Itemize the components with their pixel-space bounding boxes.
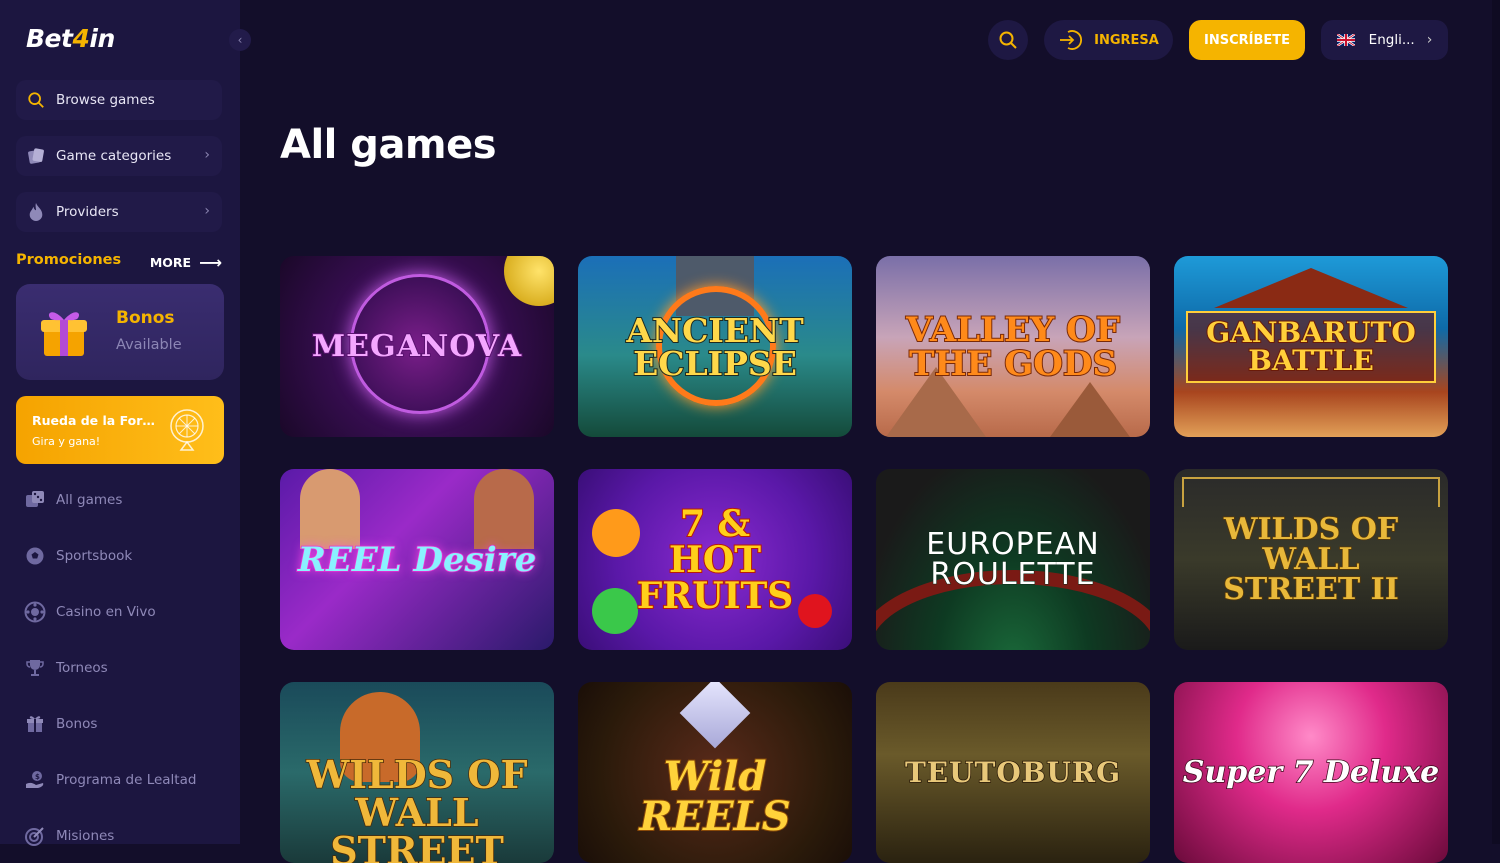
login-icon <box>1058 29 1082 51</box>
betwin-logo[interactable]: Bet4in <box>26 24 115 53</box>
game-title: GANBARUTO BATTLE <box>1186 311 1436 383</box>
bonos-title: Bonos <box>116 308 175 328</box>
nav-casino-en-vivo[interactable]: Casino en Vivo <box>24 600 156 624</box>
search-icon <box>998 30 1018 50</box>
game-card[interactable]: MEGANOVA <box>280 256 554 437</box>
loyalty-icon: $ <box>24 769 46 791</box>
search-button[interactable] <box>988 20 1028 60</box>
promotions-title: Promociones <box>16 252 121 268</box>
signup-label: INSCRÍBETE <box>1204 33 1290 48</box>
game-card[interactable]: WILDS OF WALL STREET II <box>1174 469 1448 650</box>
more-label: MORE <box>150 255 191 270</box>
game-title: VALLEY OF THE GODS <box>893 313 1133 381</box>
game-title: ANCIENT ECLIPSE <box>585 314 845 380</box>
game-card[interactable]: VALLEY OF THE GODS <box>876 256 1150 437</box>
game-title: 7 & HOT FRUITS <box>630 506 800 614</box>
chip-icon <box>24 601 46 623</box>
browse-games-label: Browse games <box>56 92 155 108</box>
gift-icon <box>24 713 46 735</box>
providers-label: Providers <box>56 204 119 220</box>
nav-misiones[interactable]: Misiones <box>24 824 114 848</box>
game-categories-button[interactable]: Game categories › <box>16 136 222 176</box>
collapse-sidebar-button[interactable]: ‹ <box>229 29 251 51</box>
game-title: WILDS OF WALL STREET II <box>1211 515 1411 605</box>
nav-sportsbook[interactable]: Sportsbook <box>24 544 132 568</box>
pyramid-decoration <box>1050 382 1130 437</box>
game-card[interactable]: ANCIENT ECLIPSE <box>578 256 852 437</box>
nav-label: Programa de Lealtad <box>56 772 196 788</box>
wheel-icon <box>167 408 207 452</box>
flame-icon <box>26 202 46 222</box>
game-title: MEGANOVA <box>312 332 522 362</box>
gift-box-icon <box>36 304 92 360</box>
chevron-right-icon: › <box>1427 32 1433 48</box>
bonos-status: Available <box>116 337 182 353</box>
nav-label: Misiones <box>56 828 114 844</box>
nav-torneos[interactable]: Torneos <box>24 656 108 680</box>
nav-all-games[interactable]: All games <box>24 488 122 512</box>
uk-flag-icon <box>1337 34 1355 46</box>
character-decoration <box>474 469 534 549</box>
nav-bonos[interactable]: Bonos <box>24 712 97 736</box>
game-title: WILDS OF WALL STREET <box>287 756 547 863</box>
bonos-card[interactable]: Bonos Available <box>16 284 224 380</box>
logo-text-in: in <box>89 24 114 53</box>
nav-label: Torneos <box>56 660 108 676</box>
game-categories-label: Game categories <box>56 148 171 164</box>
dice-icon <box>24 489 46 511</box>
language-selector[interactable]: Engli... › <box>1321 20 1448 60</box>
providers-button[interactable]: Providers › <box>16 192 222 232</box>
chevron-right-icon: › <box>204 203 210 219</box>
sun-decoration <box>504 256 554 306</box>
game-title: Super 7 Deluxe <box>1183 758 1439 788</box>
game-title: REEL Desire <box>298 543 537 577</box>
cards-icon <box>26 146 46 166</box>
game-title: TEUTOBURG <box>905 759 1121 787</box>
game-card[interactable]: Super 7 Deluxe <box>1174 682 1448 863</box>
game-card[interactable]: GANBARUTO BATTLE <box>1174 256 1448 437</box>
login-button[interactable]: INGRESA <box>1044 20 1173 60</box>
wheel-title: Rueda de la Fortuna <box>32 413 157 428</box>
gem-decoration <box>680 682 751 748</box>
search-icon <box>26 90 46 110</box>
logo-text-bet: Bet <box>26 24 72 53</box>
cherry-decoration <box>798 594 832 628</box>
game-card[interactable]: WILDS OF WALL STREET <box>280 682 554 863</box>
frame-decoration <box>1182 477 1440 507</box>
game-title: EUROPEAN ROULETTE <box>888 530 1138 590</box>
sidebar: Bet4in ‹ Browse games Game categories › … <box>0 0 240 844</box>
scrollbar[interactable] <box>1492 0 1500 844</box>
trophy-icon <box>24 657 46 679</box>
browse-games-button[interactable]: Browse games <box>16 80 222 120</box>
language-label: Engli... <box>1369 32 1415 48</box>
game-card[interactable]: REEL Desire <box>280 469 554 650</box>
signup-button[interactable]: INSCRÍBETE <box>1189 20 1305 60</box>
nav-label: All games <box>56 492 122 508</box>
nav-label: Casino en Vivo <box>56 604 156 620</box>
nav-label: Sportsbook <box>56 548 132 564</box>
nav-programa-de-lealtad[interactable]: $ Programa de Lealtad <box>24 768 196 792</box>
game-card[interactable]: EUROPEAN ROULETTE <box>876 469 1150 650</box>
wheel-subtitle: Gira y gana! <box>32 435 100 448</box>
wheel-of-fortune-card[interactable]: Rueda de la Fortuna Gira y gana! <box>16 396 224 464</box>
logo-text-w: 4 <box>72 24 89 53</box>
arrow-right-icon: ⟶ <box>199 253 222 272</box>
roof-decoration <box>1214 268 1408 308</box>
promotions-header: Promociones MORE ⟶ <box>16 252 222 272</box>
svg-text:$: $ <box>35 773 40 781</box>
character-decoration <box>300 469 360 549</box>
login-label: INGRESA <box>1094 33 1159 48</box>
game-title: Wild REELS <box>605 757 825 837</box>
game-card[interactable]: TEUTOBURG <box>876 682 1150 863</box>
promotions-more-link[interactable]: MORE ⟶ <box>150 253 222 272</box>
game-card[interactable]: Wild REELS <box>578 682 852 863</box>
chevron-right-icon: › <box>204 147 210 163</box>
ball-icon <box>24 545 46 567</box>
game-card[interactable]: 7 & HOT FRUITS <box>578 469 852 650</box>
nav-label: Bonos <box>56 716 97 732</box>
page-title: All games <box>280 122 496 168</box>
